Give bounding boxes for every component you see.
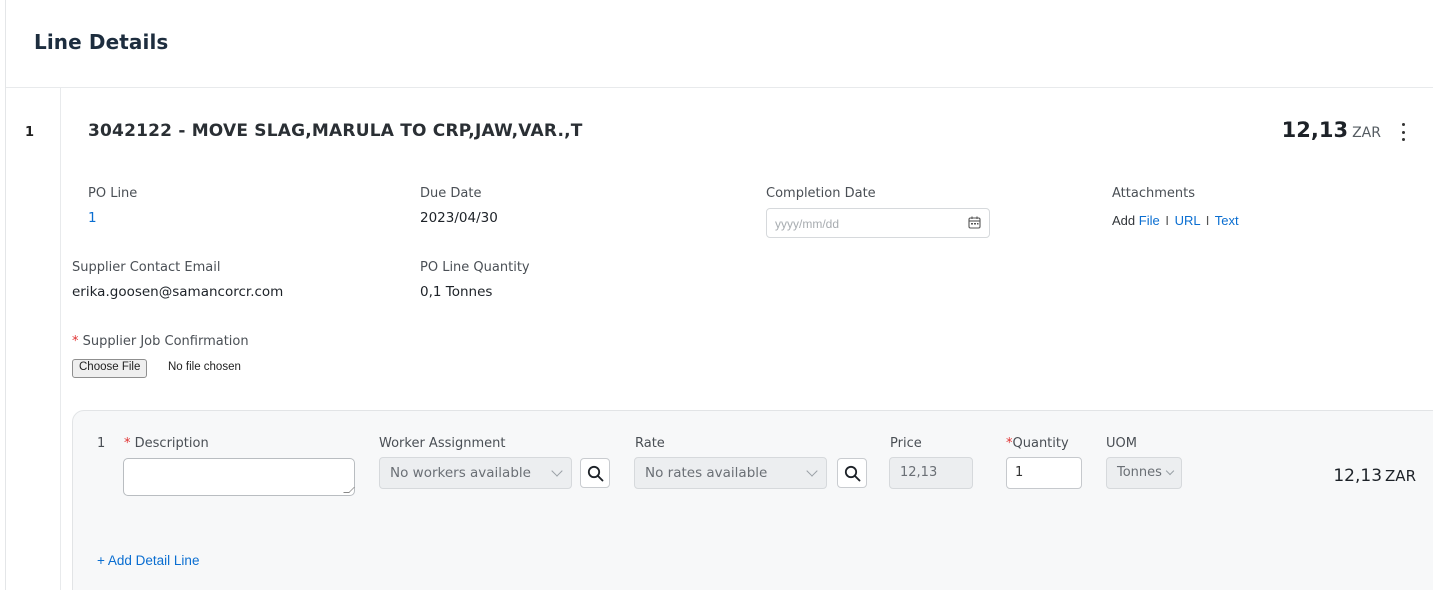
line-total: 12,13 ZAR [1282, 118, 1381, 142]
rate-search-button[interactable] [837, 458, 867, 488]
line-total-amount: 12,13 [1281, 118, 1349, 142]
attachments-label: Attachments [1112, 186, 1195, 201]
worker-search-button[interactable] [580, 458, 610, 488]
required-mark: * [72, 334, 79, 349]
po-line-label: PO Line [88, 186, 138, 201]
supplier-email-value: erika.goosen@samancorcr.com [72, 284, 284, 300]
chevron-down-icon [806, 465, 818, 477]
uom-value: Tonnes [1117, 465, 1162, 480]
detail-panel [72, 410, 1433, 590]
resize-handle[interactable] [343, 487, 355, 493]
separator: I [1205, 213, 1210, 228]
attach-file-link[interactable]: File [1139, 213, 1160, 228]
more-vertical-icon[interactable] [1399, 121, 1407, 143]
quantity-label-text: Quantity [1012, 436, 1069, 451]
job-confirmation-label: * Supplier Job Confirmation [72, 334, 249, 349]
attach-url-link[interactable]: URL [1175, 213, 1201, 228]
detail-line-number: 1 [97, 436, 106, 451]
rate-label: Rate [635, 436, 665, 451]
completion-date-label: Completion Date [766, 186, 876, 201]
line-heading: 3042122 - MOVE SLAG,MARULA TO CRP,JAW,VA… [88, 121, 583, 141]
worker-assignment-label: Worker Assignment [379, 436, 506, 451]
worker-assignment-value: No workers available [390, 465, 531, 481]
attach-text-link[interactable]: Text [1215, 213, 1239, 228]
separator: I [1165, 213, 1169, 228]
due-date-value: 2023/04/30 [420, 210, 498, 226]
quantity-label: *Quantity [1006, 436, 1069, 451]
detail-total-currency: ZAR [1385, 467, 1416, 485]
detail-total-amount: 12,13 [1333, 466, 1383, 486]
line-number: 1 [25, 125, 35, 140]
supplier-email-label: Supplier Contact Email [72, 260, 221, 275]
chevron-down-icon [551, 465, 563, 477]
description-label: * Description [124, 436, 209, 451]
search-icon [844, 465, 861, 482]
po-line-quantity-label: PO Line Quantity [420, 260, 530, 275]
description-textarea[interactable] [123, 458, 355, 496]
line-rail [60, 88, 61, 590]
uom-label: UOM [1106, 436, 1137, 451]
po-line-quantity-value: 0,1 Tonnes [420, 284, 493, 300]
completion-date-placeholder: yyyy/mm/dd [775, 217, 840, 231]
rate-value: No rates available [645, 465, 768, 481]
description-label-text: Description [134, 436, 209, 451]
attachments-add-text: Add [1112, 213, 1136, 228]
uom-select[interactable]: Tonnes [1106, 457, 1182, 489]
due-date-label: Due Date [420, 186, 482, 201]
file-status: No file chosen [168, 361, 241, 373]
completion-date-input[interactable]: yyyy/mm/dd [766, 208, 990, 238]
divider [6, 87, 1433, 88]
required-mark: * [124, 436, 131, 451]
worker-assignment-select[interactable]: No workers available [379, 457, 572, 489]
section-title: Line Details [34, 30, 169, 54]
price-input: 12,13 [889, 457, 973, 489]
po-line-link[interactable]: 1 [88, 210, 97, 226]
attachments-links: Add File I URL I Text [1112, 213, 1239, 228]
chevron-down-icon [1165, 466, 1175, 476]
detail-line-total: 12,13 ZAR [1333, 466, 1416, 486]
add-detail-line-link[interactable]: + Add Detail Line [97, 553, 199, 568]
search-icon [587, 465, 604, 482]
choose-file-button[interactable]: Choose File [72, 359, 148, 378]
calendar-icon[interactable] [968, 216, 981, 229]
line-total-currency: ZAR [1352, 125, 1381, 141]
quantity-input[interactable]: 1 [1006, 457, 1082, 489]
price-label: Price [890, 436, 922, 451]
job-confirmation-text: Supplier Job Confirmation [82, 334, 249, 349]
rate-select[interactable]: No rates available [634, 457, 827, 489]
